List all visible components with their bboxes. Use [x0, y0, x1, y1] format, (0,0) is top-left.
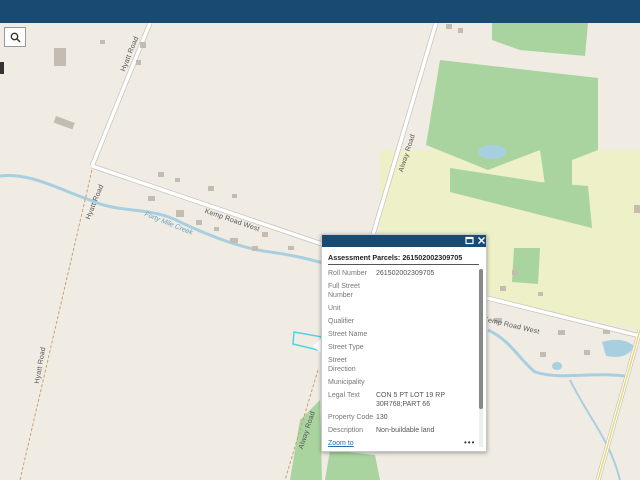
attribute-label: Street Direction [328, 357, 356, 373]
pond [602, 339, 634, 357]
attribute-value: 261502002309705 [376, 270, 435, 277]
attribute-value [376, 378, 476, 387]
map-canvas[interactable] [0, 23, 640, 480]
pond [552, 362, 562, 370]
attribute-list[interactable]: Roll Number 261502002309705 Full Street … [328, 269, 476, 439]
attribute-label: Street Name [328, 331, 368, 338]
map-view[interactable]: Hyatt Road Hyatt Road Hyatt Road Kemp Ro… [0, 23, 640, 480]
attribute-row: Full Street Number [328, 282, 476, 300]
woodland-area [512, 248, 540, 284]
attribute-label: Legal Text [328, 392, 360, 399]
map-control-handle[interactable] [0, 62, 4, 74]
woodland-area [325, 450, 380, 480]
zoom-to-link[interactable]: Zoom to [328, 440, 354, 447]
more-actions-button[interactable]: ••• [464, 438, 475, 447]
attribute-value [376, 330, 476, 339]
attribute-value: 130 [376, 414, 388, 421]
attribute-value [376, 304, 476, 313]
attribute-label: Street Type [328, 344, 364, 351]
attribute-row: Description Non-buildable land [328, 426, 476, 435]
scrollbar-thumb[interactable] [479, 269, 483, 409]
attribute-label: Full Street Number [328, 283, 360, 299]
search-button[interactable] [4, 27, 26, 47]
close-button[interactable] [476, 236, 486, 246]
popup-title: Assessment Parcels: 261502002309705 [328, 253, 463, 262]
attribute-row: Street Direction [328, 356, 476, 374]
lot-boundary [19, 169, 93, 480]
search-icon [10, 32, 21, 43]
divider [328, 264, 479, 265]
attribute-label: Qualifier [328, 318, 355, 325]
attribute-value [376, 343, 476, 352]
attribute-label: Property Code [328, 414, 374, 421]
attribute-value: Non-buildable land [376, 427, 435, 434]
close-icon [477, 236, 485, 245]
app-header-bar [0, 0, 640, 23]
attribute-row: Municipality [328, 378, 476, 387]
attribute-value [376, 317, 476, 326]
attribute-row: Legal Text CON 5 PT LOT 19 RP 30R768;PAR… [328, 391, 476, 409]
attribute-label: Roll Number [328, 270, 367, 277]
attribute-row: Street Name [328, 330, 476, 339]
attribute-row: Qualifier [328, 317, 476, 326]
woodland-area [492, 23, 588, 56]
popup-header [322, 235, 486, 247]
attribute-label: Unit [328, 305, 341, 312]
attribute-row: Unit [328, 304, 476, 313]
attribute-row: Roll Number 261502002309705 [328, 269, 476, 278]
pond [478, 145, 506, 159]
attribute-value: CON 5 PT LOT 19 RP 30R768;PART 66 [376, 392, 445, 408]
info-popup: Assessment Parcels: 261502002309705 Roll… [321, 234, 487, 452]
attribute-label: Municipality [328, 379, 365, 386]
popup-scrollbar[interactable] [479, 269, 483, 447]
attribute-label: Description [328, 427, 364, 434]
attribute-value [376, 282, 476, 300]
attribute-row: Street Type [328, 343, 476, 352]
maximize-button[interactable] [464, 236, 474, 246]
attribute-row: Property Code 130 [328, 413, 476, 422]
maximize-icon [464, 236, 474, 245]
attribute-value [376, 356, 476, 374]
